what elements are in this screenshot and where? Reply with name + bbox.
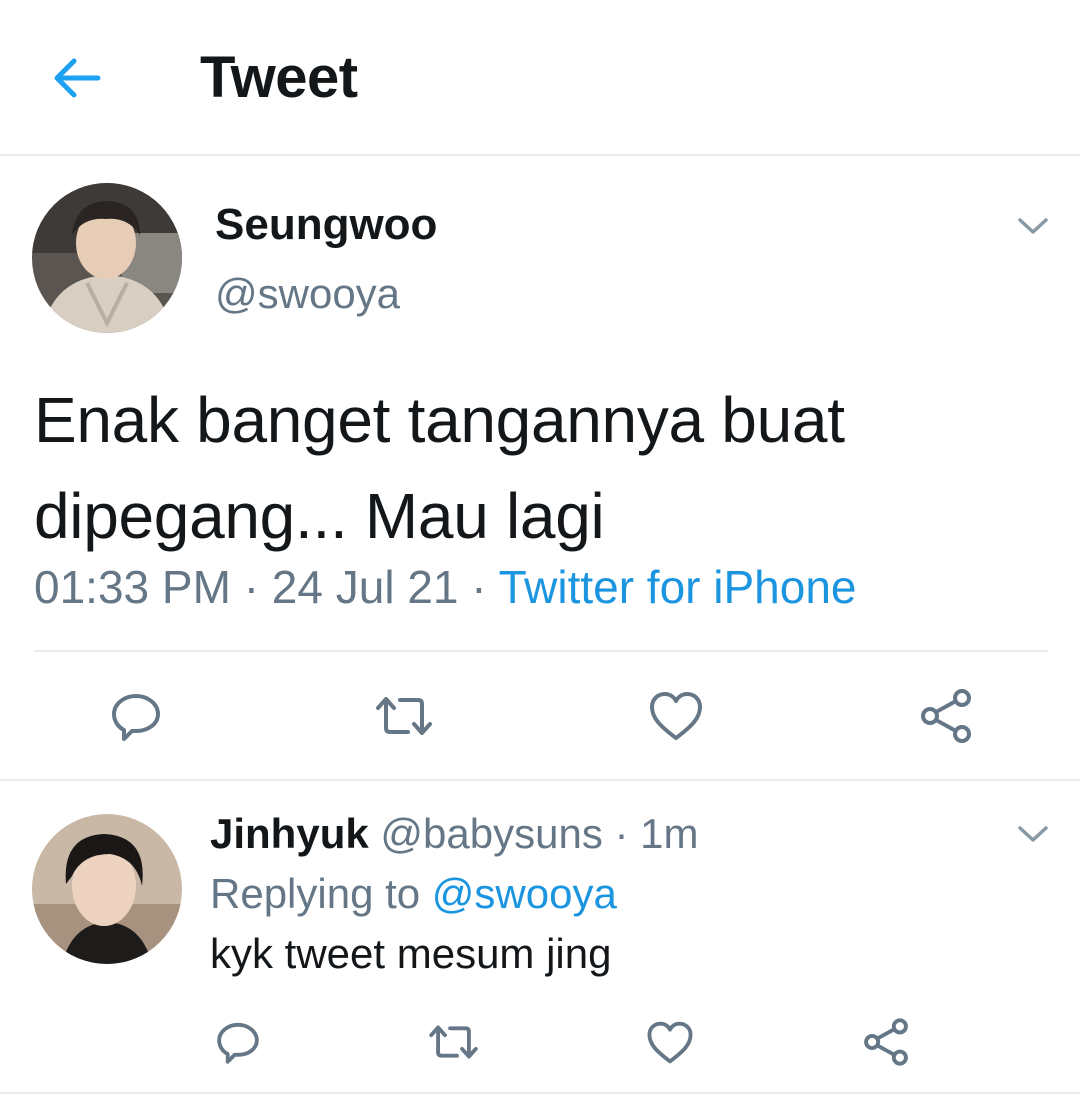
reply-author-name[interactable]: Jinhyuk — [210, 810, 369, 857]
replying-to: Replying to @swooya — [210, 870, 617, 918]
chevron-down-icon — [1018, 218, 1048, 234]
retweet-button[interactable] — [426, 1018, 481, 1066]
retweet-icon — [429, 1025, 478, 1059]
meta-separator: · — [243, 561, 260, 613]
reply-age: 1m — [640, 810, 699, 857]
share-button[interactable] — [860, 1016, 912, 1068]
tweet-date: 24 Jul 21 — [271, 561, 459, 613]
share-icon — [921, 689, 971, 743]
like-icon — [647, 1021, 693, 1064]
retweet-icon — [376, 697, 432, 735]
avatar[interactable] — [32, 183, 182, 333]
reply-menu-button[interactable] — [1016, 823, 1050, 845]
back-button[interactable] — [48, 50, 106, 106]
divider — [0, 779, 1080, 781]
replying-to-label: Replying to — [210, 870, 421, 917]
retweet-button[interactable] — [372, 688, 436, 744]
author-name[interactable]: Seungwoo — [215, 200, 437, 250]
reply-button[interactable] — [214, 1018, 262, 1066]
share-button[interactable] — [916, 686, 976, 746]
replying-to-mention[interactable]: @swooya — [432, 870, 617, 917]
like-button[interactable] — [648, 690, 704, 742]
share-icon — [864, 1018, 908, 1066]
reply-header: Jinhyuk @babysuns · 1m — [210, 810, 699, 858]
reply-text: kyk tweet mesum jing — [210, 930, 612, 977]
tweet-menu-button[interactable] — [1016, 215, 1050, 237]
tweet-text: Enak banget tangannya buat dipegang... M… — [34, 384, 845, 552]
reply-icon — [217, 1022, 259, 1064]
author-handle[interactable]: @swooya — [215, 270, 400, 318]
page-title: Tweet — [200, 45, 358, 110]
chevron-down-icon — [1018, 826, 1048, 842]
meta-separator: · — [614, 810, 629, 857]
tweet-source-link[interactable]: Twitter for iPhone — [499, 561, 857, 613]
top-app-bar: Tweet — [0, 0, 1080, 156]
arrow-left-icon — [54, 58, 101, 98]
reply-icon — [112, 694, 160, 741]
like-icon — [650, 692, 702, 740]
avatar[interactable] — [32, 814, 182, 964]
meta-separator: · — [471, 561, 487, 613]
tweet-time: 01:33 PM — [34, 561, 231, 613]
divider — [0, 1092, 1080, 1094]
divider — [34, 650, 1048, 652]
reply-author-handle[interactable]: @babysuns — [380, 810, 602, 857]
reply-button[interactable] — [108, 688, 164, 744]
like-button[interactable] — [646, 1020, 694, 1065]
tweet-meta: 01:33 PM · 24 Jul 21 · Twitter for iPhon… — [34, 560, 857, 614]
